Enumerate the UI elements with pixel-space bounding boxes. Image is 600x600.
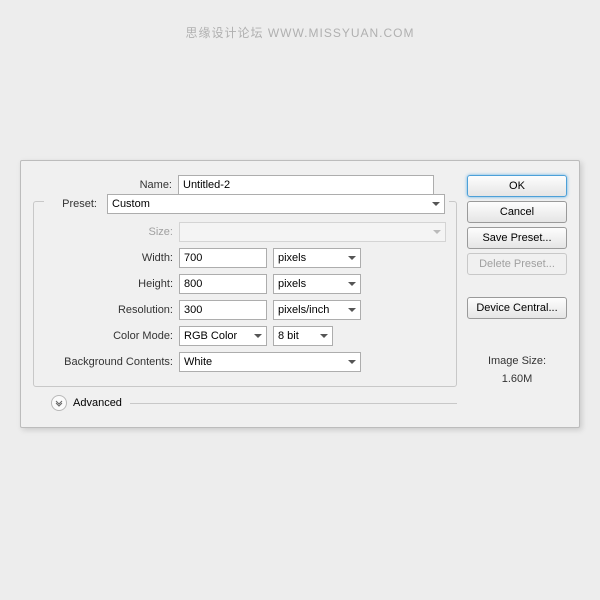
image-size-value: 1.60M [467, 371, 567, 389]
resolution-label: Resolution: [44, 304, 179, 316]
advanced-label: Advanced [73, 397, 122, 409]
image-size-info: Image Size: 1.60M [467, 353, 567, 388]
resolution-input[interactable] [179, 300, 267, 320]
expand-icon[interactable] [51, 395, 67, 411]
device-central-button[interactable]: Device Central... [467, 297, 567, 319]
name-label: Name: [33, 179, 178, 191]
colormode-label: Color Mode: [44, 330, 179, 342]
bgcontents-select[interactable]: White [179, 352, 361, 372]
save-preset-button[interactable]: Save Preset... [467, 227, 567, 249]
preset-select[interactable]: Custom [107, 194, 445, 214]
bitdepth-value: 8 bit [278, 330, 299, 342]
bgcontents-value: White [184, 356, 212, 368]
divider [130, 403, 457, 404]
height-unit-value: pixels [278, 278, 306, 290]
size-select [179, 222, 446, 242]
chevron-down-icon [348, 360, 356, 364]
bitdepth-select[interactable]: 8 bit [273, 326, 333, 346]
chevron-down-icon [348, 282, 356, 286]
colormode-select[interactable]: RGB Color [179, 326, 267, 346]
delete-preset-button: Delete Preset... [467, 253, 567, 275]
name-input[interactable] [178, 175, 434, 195]
chevron-down-icon [320, 334, 328, 338]
colormode-value: RGB Color [184, 330, 237, 342]
ok-button[interactable]: OK [467, 175, 567, 197]
chevron-down-icon [433, 230, 441, 234]
preset-fieldset: Preset: Custom Size: [33, 201, 457, 387]
size-label: Size: [44, 226, 179, 238]
advanced-row[interactable]: Advanced [33, 395, 457, 411]
button-column: OK Cancel Save Preset... Delete Preset..… [467, 175, 567, 411]
height-input[interactable] [179, 274, 267, 294]
resolution-unit-value: pixels/inch [278, 304, 329, 316]
chevron-down-icon [348, 308, 356, 312]
bgcontents-label: Background Contents: [44, 356, 179, 368]
image-size-title: Image Size: [467, 353, 567, 371]
preset-value: Custom [112, 198, 150, 210]
chevron-down-icon [254, 334, 262, 338]
watermark-text: 思缘设计论坛 WWW.MISSYUAN.COM [186, 24, 415, 41]
height-unit-select[interactable]: pixels [273, 274, 361, 294]
width-unit-value: pixels [278, 252, 306, 264]
height-label: Height: [44, 278, 179, 290]
chevron-down-icon [348, 256, 356, 260]
width-unit-select[interactable]: pixels [273, 248, 361, 268]
width-input[interactable] [179, 248, 267, 268]
chevron-down-icon [432, 202, 440, 206]
form-area: Name: Preset: Custom Size: [33, 175, 467, 411]
new-document-dialog: Name: Preset: Custom Size: [20, 160, 580, 428]
resolution-unit-select[interactable]: pixels/inch [273, 300, 361, 320]
width-label: Width: [44, 252, 179, 264]
preset-label: Preset: [44, 198, 103, 210]
cancel-button[interactable]: Cancel [467, 201, 567, 223]
